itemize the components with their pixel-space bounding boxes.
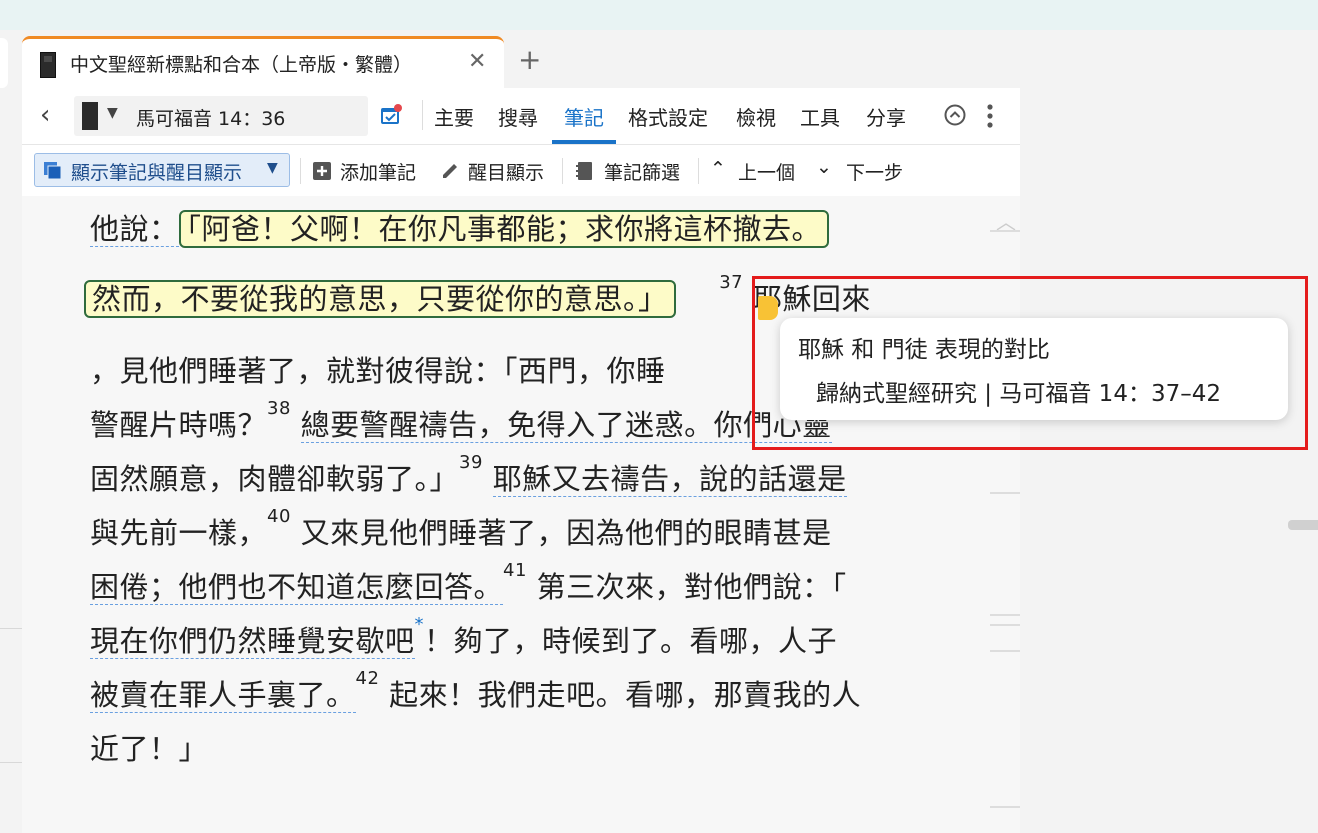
- side-panel-grip[interactable]: [1288, 520, 1318, 530]
- menu-view[interactable]: 檢視: [736, 102, 776, 131]
- left-divider: [0, 628, 22, 629]
- new-tab-button[interactable]: +: [518, 44, 541, 76]
- more-options-icon[interactable]: [986, 103, 994, 129]
- scroll-tick: [990, 624, 1020, 626]
- verse-number: 42: [355, 668, 380, 689]
- toolbar-divider: [422, 100, 423, 130]
- chevron-down-icon[interactable]: ⌄: [816, 156, 832, 178]
- show-notes-label: 顯示筆記與醒目顯示: [71, 162, 243, 184]
- main-toolbar: ‹ ▼ 馬可福音 14：36 主要 搜尋 筆記 格式設定 檢視 工具 分享: [22, 88, 1020, 145]
- text-line: 近了！」: [90, 732, 209, 766]
- toolbar-divider: [698, 158, 699, 184]
- text-line: 與先前一樣，40 又來見他們睡著了，因為他們的眼睛甚是: [90, 506, 832, 550]
- highlight-span[interactable]: 然而，不要從我的意思，只要從你的意思。」: [84, 280, 676, 318]
- reading-panel: ‹ ▼ 馬可福音 14：36 主要 搜尋 筆記 格式設定 檢視 工具 分享 顯示…: [22, 88, 1020, 833]
- scroll-tick: [990, 614, 1020, 616]
- document-tab[interactable]: 中文聖經新標點和合本（上帝版・繁體） ✕: [22, 36, 504, 88]
- chevron-down-icon: ▼: [267, 160, 278, 176]
- reference-navigator[interactable]: ▼ 馬可福音 14：36: [74, 96, 368, 136]
- verse-number: 39: [459, 452, 483, 473]
- window-top-strip: [0, 0, 1318, 30]
- highlighter-icon[interactable]: [440, 161, 460, 181]
- notes-stack-icon: [44, 162, 62, 180]
- tab-title: 中文聖經新標點和合本（上帝版・繁體）: [70, 54, 413, 76]
- collapse-ribbon-icon[interactable]: [944, 104, 966, 126]
- toolbar-divider: [300, 158, 301, 184]
- bible-book-icon: [40, 52, 56, 78]
- notebook-icon[interactable]: [574, 161, 594, 181]
- back-chevron-icon[interactable]: ‹: [40, 102, 50, 128]
- add-note-button[interactable]: 添加筆記: [340, 158, 416, 185]
- note-filter-button[interactable]: 筆記篩選: [604, 158, 680, 185]
- next-button[interactable]: 下一步: [846, 158, 903, 185]
- notes-toolbar: 顯示筆記與醒目顯示 ▼ 添加筆記 醒目顯示 筆記篩選 ⌃ 上一個 ⌄ 下一步: [22, 144, 1020, 196]
- annotation-box: [752, 276, 1308, 450]
- footnote-marker[interactable]: *: [415, 614, 425, 635]
- chevron-down-icon[interactable]: ▼: [107, 105, 118, 121]
- highlight-span[interactable]: 「阿爸！父啊！在你凡事都能；求你將這杯撤去。: [178, 210, 830, 248]
- menu-share[interactable]: 分享: [866, 102, 906, 131]
- scroll-tick: [990, 492, 1020, 494]
- calendar-icon[interactable]: [380, 104, 402, 126]
- text-line: 警醒片時嗎？38 總要警醒禱告，免得入了迷惑。你們心靈: [90, 398, 832, 443]
- left-divider: [0, 762, 22, 763]
- menu-search[interactable]: 搜尋: [498, 102, 538, 131]
- scroll-tick: [990, 650, 1020, 652]
- menu-notes[interactable]: 筆記: [564, 102, 604, 131]
- reference-input[interactable]: 馬可福音 14：36: [136, 104, 285, 131]
- menu-home[interactable]: 主要: [434, 102, 474, 131]
- highlight-button[interactable]: 醒目顯示: [468, 158, 544, 185]
- bible-book-icon: [82, 102, 98, 130]
- previous-button[interactable]: 上一個: [738, 158, 795, 185]
- text-line: 被賣在罪人手裏了。42 起來！我們走吧。看哪，那賣我的人: [90, 668, 862, 713]
- toolbar-divider: [562, 158, 563, 184]
- scroll-tick: [990, 806, 1020, 808]
- text-line: 固然願意，肉體卻軟弱了。」39 耶穌又去禱告，說的話還是: [90, 452, 847, 497]
- text-line: ，見他們睡著了，就對彼得說：「西門，你睡: [90, 354, 666, 388]
- text-line: 他說： 「阿爸！父啊！在你凡事都能；求你將這杯撤去。: [90, 206, 830, 248]
- text-line: 困倦；他們也不知道怎麼回答。41 第三次來，對他們說：「: [90, 560, 847, 605]
- verse-number: 40: [267, 506, 291, 527]
- add-note-icon[interactable]: [312, 161, 332, 181]
- left-panel-edge: [0, 38, 8, 88]
- verse-number: 41: [503, 560, 527, 581]
- verse-number: 37: [719, 272, 744, 293]
- verse-number: 38: [267, 398, 291, 419]
- menu-tools[interactable]: 工具: [800, 102, 840, 131]
- text-line: 現在你們仍然睡覺安歇吧*！夠了，時候到了。看哪，人子: [90, 614, 838, 659]
- menu-format[interactable]: 格式設定: [628, 102, 708, 131]
- chevron-up-icon[interactable]: ⌃: [710, 158, 726, 180]
- scroll-tick: [990, 230, 1020, 232]
- show-notes-dropdown[interactable]: 顯示筆記與醒目顯示 ▼: [34, 153, 290, 187]
- close-icon[interactable]: ✕: [468, 49, 486, 74]
